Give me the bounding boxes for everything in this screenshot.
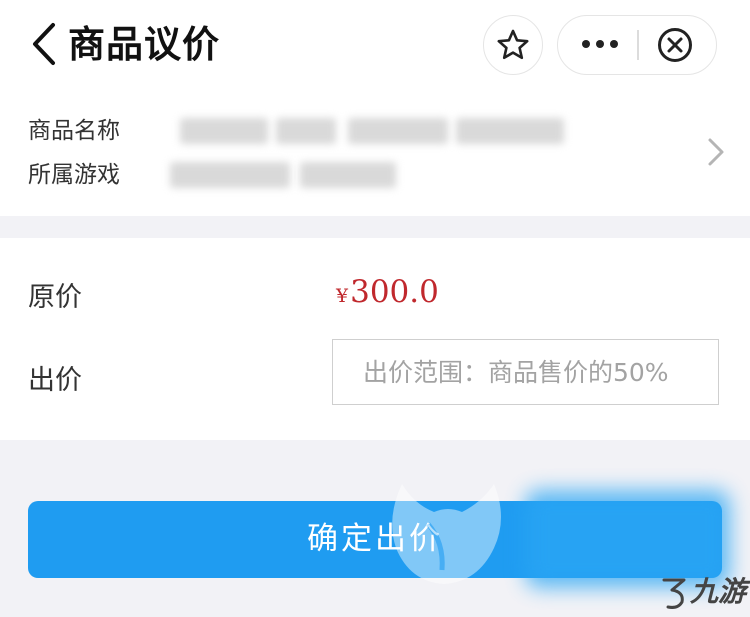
watermark-brand: 九游 [660, 572, 750, 612]
capsule-menu [557, 15, 717, 75]
close-button[interactable] [640, 16, 716, 73]
more-dots-icon [582, 40, 618, 48]
offer-price-label: 出价 [28, 365, 82, 396]
close-circle-icon [658, 28, 692, 62]
capsule-divider [637, 30, 639, 60]
chevron-left-icon [33, 23, 55, 65]
back-button[interactable] [22, 16, 66, 72]
product-name-label: 商品名称 [28, 118, 120, 144]
chevron-right-icon [708, 138, 724, 166]
currency-symbol: ¥ [336, 285, 349, 307]
price-section: 原价 ¥300.0 出价 [0, 238, 750, 440]
bargain-page: 商品议价 商品名称 所属游戏 原价 ¥300.0 出价 出价范围：商品售价的50… [0, 0, 750, 617]
original-price-amount: 300.0 [350, 274, 439, 310]
product-info-row[interactable]: 商品名称 所属游戏 [0, 92, 750, 216]
nav-header: 商品议价 [0, 0, 750, 92]
brand-text: 九游 [690, 575, 747, 608]
offer-price-input[interactable] [332, 339, 719, 405]
original-price-label: 原价 [28, 282, 82, 313]
game-name-label: 所属游戏 [28, 162, 120, 188]
page-title: 商品议价 [68, 23, 220, 66]
brand-logo-icon [662, 578, 686, 609]
original-price-value: ¥300.0 [336, 272, 439, 317]
more-button[interactable] [558, 16, 638, 73]
favorite-button[interactable] [483, 15, 543, 75]
watermark-logo-icon [392, 484, 501, 584]
star-icon [497, 29, 529, 60]
